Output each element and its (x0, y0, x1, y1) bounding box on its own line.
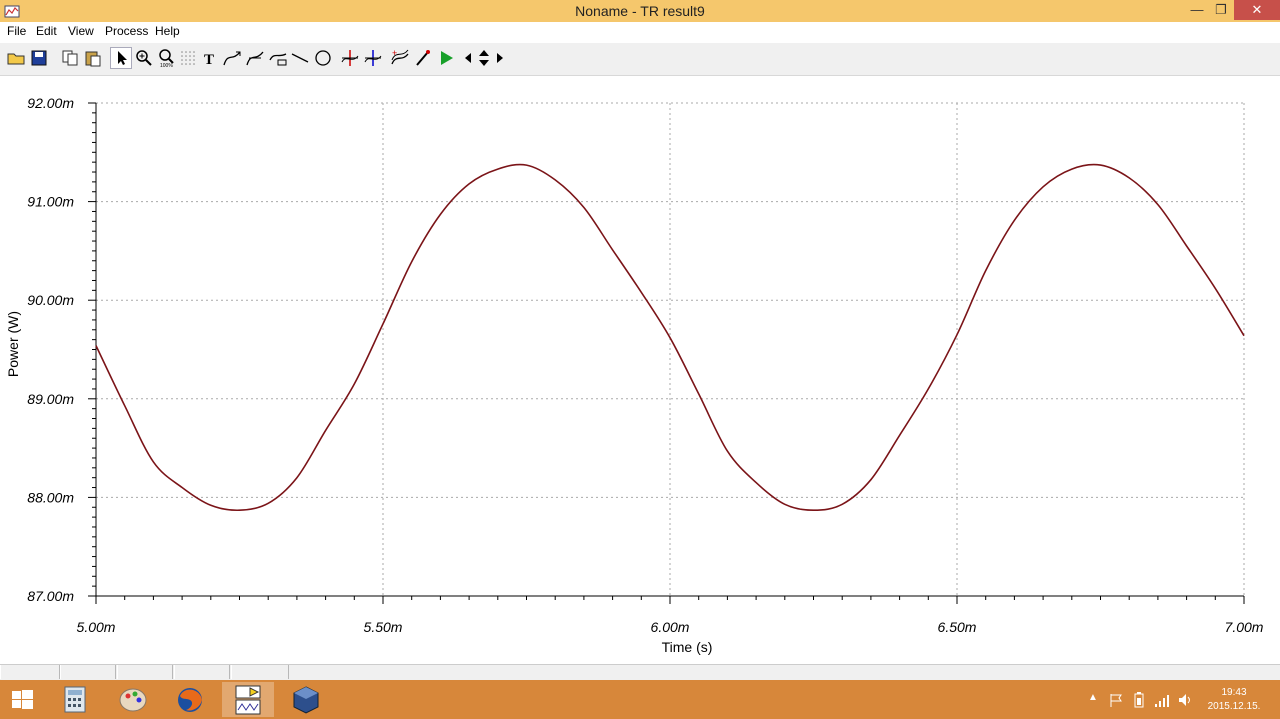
status-bar (0, 664, 1280, 681)
open-folder-icon[interactable] (6, 48, 26, 68)
y-ticks: 92.00m 91.00m 90.00m 89.00m 88.00m 87.00m (27, 95, 96, 604)
restore-button[interactable]: ❐ (1207, 0, 1235, 20)
volume-icon[interactable] (1177, 692, 1193, 708)
cursor-a-icon[interactable] (340, 48, 360, 68)
y-axis-label: Power (W) (5, 311, 21, 377)
y-tick-label: 89.00m (27, 391, 74, 407)
arrow-left-icon[interactable] (462, 48, 474, 68)
menu-file[interactable]: File (7, 24, 26, 38)
x-tick-label: 6.50m (938, 619, 977, 635)
network-signal-icon[interactable] (1154, 692, 1170, 708)
menu-process[interactable]: Process (105, 24, 148, 38)
status-pane (231, 665, 289, 679)
virtualbox-icon[interactable] (280, 682, 332, 717)
svg-text:T: T (204, 52, 214, 68)
taskbar: ▲ 19:43 2015.12.15. (0, 680, 1280, 719)
firefox-icon[interactable] (164, 682, 216, 717)
x-tick-label: 5.50m (364, 619, 403, 635)
menu-edit[interactable]: Edit (36, 24, 57, 38)
close-button[interactable]: ✕ (1234, 0, 1280, 20)
title-bar: Noname - TR result9 — ❐ ✕ (0, 0, 1280, 22)
calculator-icon[interactable] (50, 682, 102, 717)
paste-icon[interactable] (83, 48, 103, 68)
curve-arrow-icon[interactable] (222, 48, 242, 68)
copy-icon[interactable] (60, 48, 80, 68)
add-curve-icon[interactable]: + (390, 48, 410, 68)
clock-date: 2015.12.15. (1207, 701, 1261, 712)
y-tick-label: 87.00m (27, 588, 74, 604)
svg-text:+: + (392, 48, 397, 58)
windows-start-icon[interactable] (0, 682, 46, 717)
grid-icon[interactable] (178, 48, 198, 68)
grid-lines (95, 102, 1245, 596)
curve-arrow-2-icon[interactable] (245, 48, 265, 68)
battery-icon[interactable] (1131, 692, 1147, 708)
y-tick-label: 92.00m (27, 95, 74, 111)
run-icon[interactable] (436, 48, 456, 68)
y-tick-label: 91.00m (27, 194, 74, 210)
arrow-right-icon[interactable] (494, 48, 506, 68)
toolbar: 100% T + (0, 43, 1280, 76)
status-pane (0, 665, 60, 679)
x-tick-label: 5.00m (77, 619, 116, 635)
x-ticks: 5.00m 5.50m 6.00m 6.50m 7.00m (77, 596, 1264, 635)
pointer-icon[interactable] (110, 47, 132, 69)
x-tick-label: 6.00m (651, 619, 690, 635)
status-pane (174, 665, 230, 679)
probe-icon[interactable] (413, 48, 433, 68)
save-icon[interactable] (29, 48, 49, 68)
cursor-b-icon[interactable] (363, 48, 383, 68)
menu-help[interactable]: Help (155, 24, 180, 38)
clock-time: 19:43 (1221, 687, 1247, 698)
x-axis-label: Time (s) (662, 639, 713, 655)
zoom-100-icon[interactable]: 100% (157, 48, 177, 68)
x-tick-label: 7.00m (1225, 619, 1264, 635)
plot-area: 5.00m 5.50m 6.00m 6.50m 7.00m 92.00m 91.00m 90… (0, 76, 1280, 664)
zoom-in-icon[interactable] (134, 48, 154, 68)
menu-view[interactable]: View (68, 24, 94, 38)
y-tick-label: 88.00m (27, 489, 74, 505)
y-tick-label: 90.00m (27, 292, 74, 308)
status-pane (60, 665, 116, 679)
text-icon[interactable]: T (200, 48, 220, 68)
window-title: Noname - TR result9 (575, 3, 705, 19)
tina-circuit-icon[interactable] (222, 682, 274, 717)
line-icon[interactable] (290, 48, 310, 68)
status-pane (117, 665, 173, 679)
paint-icon[interactable] (107, 682, 159, 717)
system-clock[interactable]: 19:43 2015.12.15. (1202, 686, 1266, 714)
svg-text:100%: 100% (160, 63, 173, 68)
power-time-chart[interactable]: 5.00m 5.50m 6.00m 6.50m 7.00m 92.00m 91.00m 90… (0, 76, 1280, 664)
circle-icon[interactable] (313, 48, 333, 68)
menu-bar: File Edit View Process Help (0, 22, 1280, 41)
tray-expand-icon[interactable]: ▲ (1088, 692, 1098, 703)
arrow-updown-icon[interactable] (476, 48, 492, 68)
action-center-flag-icon[interactable] (1108, 692, 1124, 708)
curve-label-icon[interactable] (268, 48, 288, 68)
